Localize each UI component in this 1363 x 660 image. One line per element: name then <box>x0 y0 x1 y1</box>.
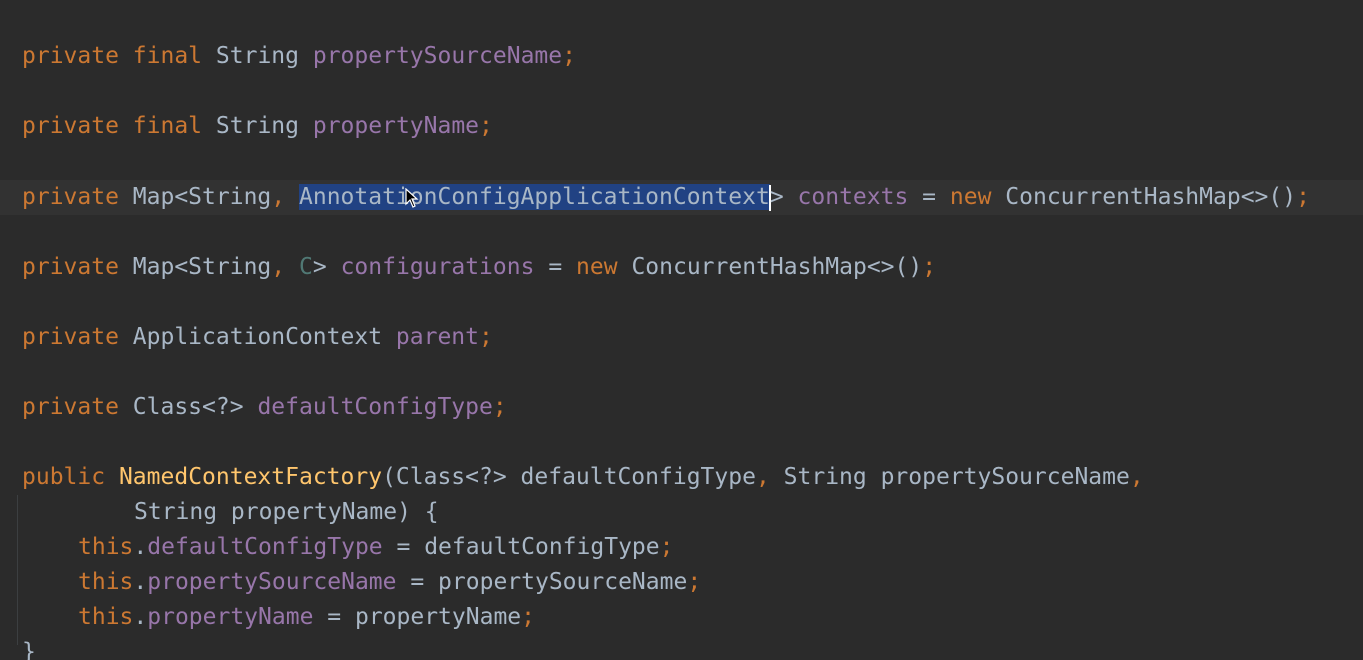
code-line-3[interactable]: private Map<String, AnnotationConfigAppl… <box>22 180 1310 215</box>
keyword: public <box>22 464 106 490</box>
keyword: final <box>132 43 203 69</box>
keyword: final <box>132 113 203 139</box>
comma: , <box>271 254 286 280</box>
comma: , <box>1129 464 1144 490</box>
semicolon: ; <box>479 324 493 350</box>
code-line-12[interactable]: } <box>22 635 36 660</box>
type-name: String <box>215 43 299 69</box>
dot: . <box>133 604 148 630</box>
semicolon: ; <box>562 43 576 69</box>
field-name: propertySourceName <box>147 569 397 595</box>
method-name: NamedContextFactory <box>118 464 383 490</box>
code-line-1[interactable]: private final String propertySourceName; <box>22 39 576 74</box>
assignment: = propertySourceName <box>410 569 688 595</box>
keyword: private <box>22 394 119 420</box>
operator: = <box>922 184 937 210</box>
dot: . <box>133 569 148 595</box>
assignment: = propertyName <box>327 604 522 630</box>
field-name: defaultConfigType <box>257 394 493 420</box>
semicolon: ; <box>1296 184 1310 210</box>
angle-bracket: > <box>312 254 327 280</box>
keyword: this <box>78 569 134 595</box>
parameter: (Class<?> defaultConfigType <box>382 464 756 490</box>
keyword: private <box>22 43 119 69</box>
type-name: Map<String <box>132 184 272 210</box>
operator: = <box>548 254 563 280</box>
keyword: new <box>949 184 992 210</box>
parameter: String propertySourceName <box>783 464 1130 490</box>
field-name: propertyName <box>147 604 314 630</box>
code-line-5[interactable]: private ApplicationContext parent; <box>22 320 493 355</box>
constructor-call: ConcurrentHashMap<>() <box>631 254 923 280</box>
semicolon: ; <box>687 569 702 595</box>
keyword: this <box>78 534 134 560</box>
code-line-4[interactable]: private Map<String, C> configurations = … <box>22 250 936 285</box>
semicolon: ; <box>659 534 674 560</box>
selected-text[interactable]: AnnotationConfigApplicationContext <box>299 184 770 210</box>
keyword: private <box>22 184 119 210</box>
field-name: parent <box>395 324 479 350</box>
field-name: propertySourceName <box>312 43 563 69</box>
constructor-call: ConcurrentHashMap<>() <box>1005 184 1297 210</box>
keyword: private <box>22 324 119 350</box>
code-line-2[interactable]: private final String propertyName; <box>22 109 493 144</box>
comma: , <box>755 464 770 490</box>
field-name: defaultConfigType <box>147 534 383 560</box>
field-name: contexts <box>797 184 909 210</box>
closing-brace: } <box>22 639 36 660</box>
semicolon: ; <box>922 254 937 280</box>
code-line-8[interactable]: String propertyName) { <box>134 495 439 530</box>
keyword: this <box>78 604 134 630</box>
dot: . <box>133 534 148 560</box>
assignment: = defaultConfigType <box>396 534 660 560</box>
type-name: Map<String <box>132 254 272 280</box>
type-parameter: C <box>299 254 313 280</box>
keyword: new <box>576 254 618 280</box>
code-line-7[interactable]: public NamedContextFactory(Class<?> defa… <box>22 460 1144 495</box>
keyword: private <box>22 113 119 139</box>
angle-bracket: > <box>769 184 784 210</box>
semicolon: ; <box>492 394 507 420</box>
comma: , <box>271 184 286 210</box>
type-name: String <box>215 113 299 139</box>
keyword: private <box>22 254 119 280</box>
semicolon: ; <box>521 604 536 630</box>
semicolon: ; <box>479 113 493 139</box>
field-name: configurations <box>340 254 535 280</box>
type-name: ApplicationContext <box>132 324 383 350</box>
field-name: propertyName <box>312 113 480 139</box>
code-line-10[interactable]: this.propertySourceName = propertySource… <box>78 565 701 600</box>
code-line-11[interactable]: this.propertyName = propertyName; <box>78 600 535 635</box>
code-line-9[interactable]: this.defaultConfigType = defaultConfigTy… <box>78 530 673 565</box>
type-name: Class<?> <box>132 394 244 420</box>
parameter: String propertyName) { <box>134 499 439 525</box>
mouse-pointer-icon <box>405 188 419 208</box>
code-editor[interactable]: private final String propertySourceName;… <box>0 0 1363 660</box>
code-line-6[interactable]: private Class<?> defaultConfigType; <box>22 390 507 425</box>
indent-guide <box>17 495 18 645</box>
